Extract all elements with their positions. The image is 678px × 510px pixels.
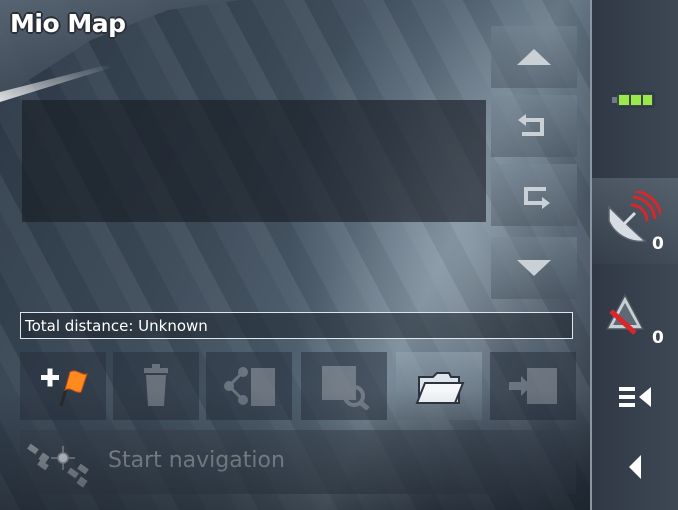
alert-status[interactable]: 0 (592, 278, 678, 348)
status-sidebar: 0 0 (590, 0, 678, 510)
redo-button[interactable] (491, 164, 577, 226)
satellite-status[interactable]: 0 (592, 178, 678, 264)
warning-cross-icon (605, 293, 645, 335)
undo-arrow-icon (518, 114, 544, 136)
main-panel: Mio Map Total distance: Unknown Start na… (0, 0, 590, 510)
back-button[interactable] (592, 442, 678, 492)
plus-flag-icon (41, 368, 88, 407)
app-title: Mio Map (10, 9, 126, 38)
delete-button[interactable] (113, 352, 199, 420)
menu-button[interactable] (592, 372, 678, 422)
scroll-down-button[interactable] (491, 237, 577, 299)
back-arrow-icon (629, 455, 641, 479)
route-calculator-button[interactable] (206, 352, 292, 420)
export-button[interactable] (490, 352, 576, 420)
alert-count: 0 (652, 328, 664, 348)
total-distance-bar: Total distance: Unknown (20, 312, 573, 339)
map-magnifier-icon (322, 366, 370, 410)
trash-icon (144, 364, 168, 406)
map-search-button[interactable] (301, 352, 387, 420)
folder-open-icon (415, 372, 465, 404)
add-waypoint-button[interactable] (20, 352, 106, 420)
triangle-down-icon (517, 260, 551, 276)
route-calculator-icon (224, 367, 275, 406)
battery-indicator[interactable] (592, 70, 678, 130)
satellite-gps-icon (27, 443, 89, 488)
start-navigation-button[interactable]: Start navigation (20, 430, 576, 494)
triangle-up-icon (517, 49, 551, 65)
battery-icon (612, 92, 655, 108)
satellite-count: 0 (652, 234, 664, 254)
total-distance-label: Total distance: Unknown (25, 317, 208, 335)
undo-button[interactable] (491, 95, 577, 157)
redo-arrow-icon (524, 187, 550, 209)
open-folder-button[interactable] (396, 352, 482, 420)
route-list[interactable] (22, 100, 486, 222)
menu-collapse-icon (619, 387, 651, 407)
scroll-up-button[interactable] (491, 26, 577, 88)
export-icon (509, 368, 557, 404)
start-navigation-label: Start navigation (108, 448, 285, 473)
